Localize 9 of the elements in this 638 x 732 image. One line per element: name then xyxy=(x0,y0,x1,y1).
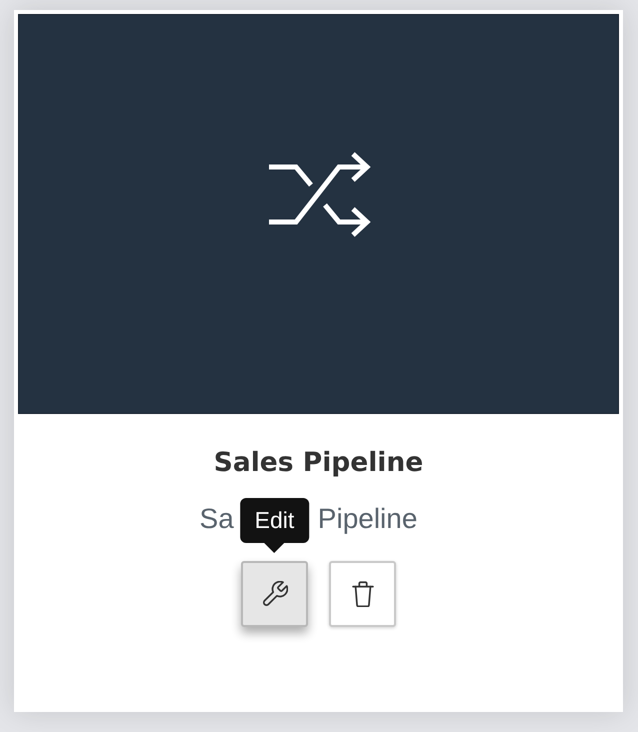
edit-button[interactable] xyxy=(241,561,308,627)
tooltip: Edit xyxy=(240,498,310,553)
card-subtitle: Pipeline xyxy=(318,502,418,536)
wrench-icon xyxy=(262,581,288,607)
shuffle-icon xyxy=(266,150,370,240)
delete-button[interactable] xyxy=(329,561,396,627)
trash-icon xyxy=(350,581,376,607)
card-title: Sales Pipeline xyxy=(212,447,424,479)
card-subtitle: Sa xyxy=(200,502,234,536)
